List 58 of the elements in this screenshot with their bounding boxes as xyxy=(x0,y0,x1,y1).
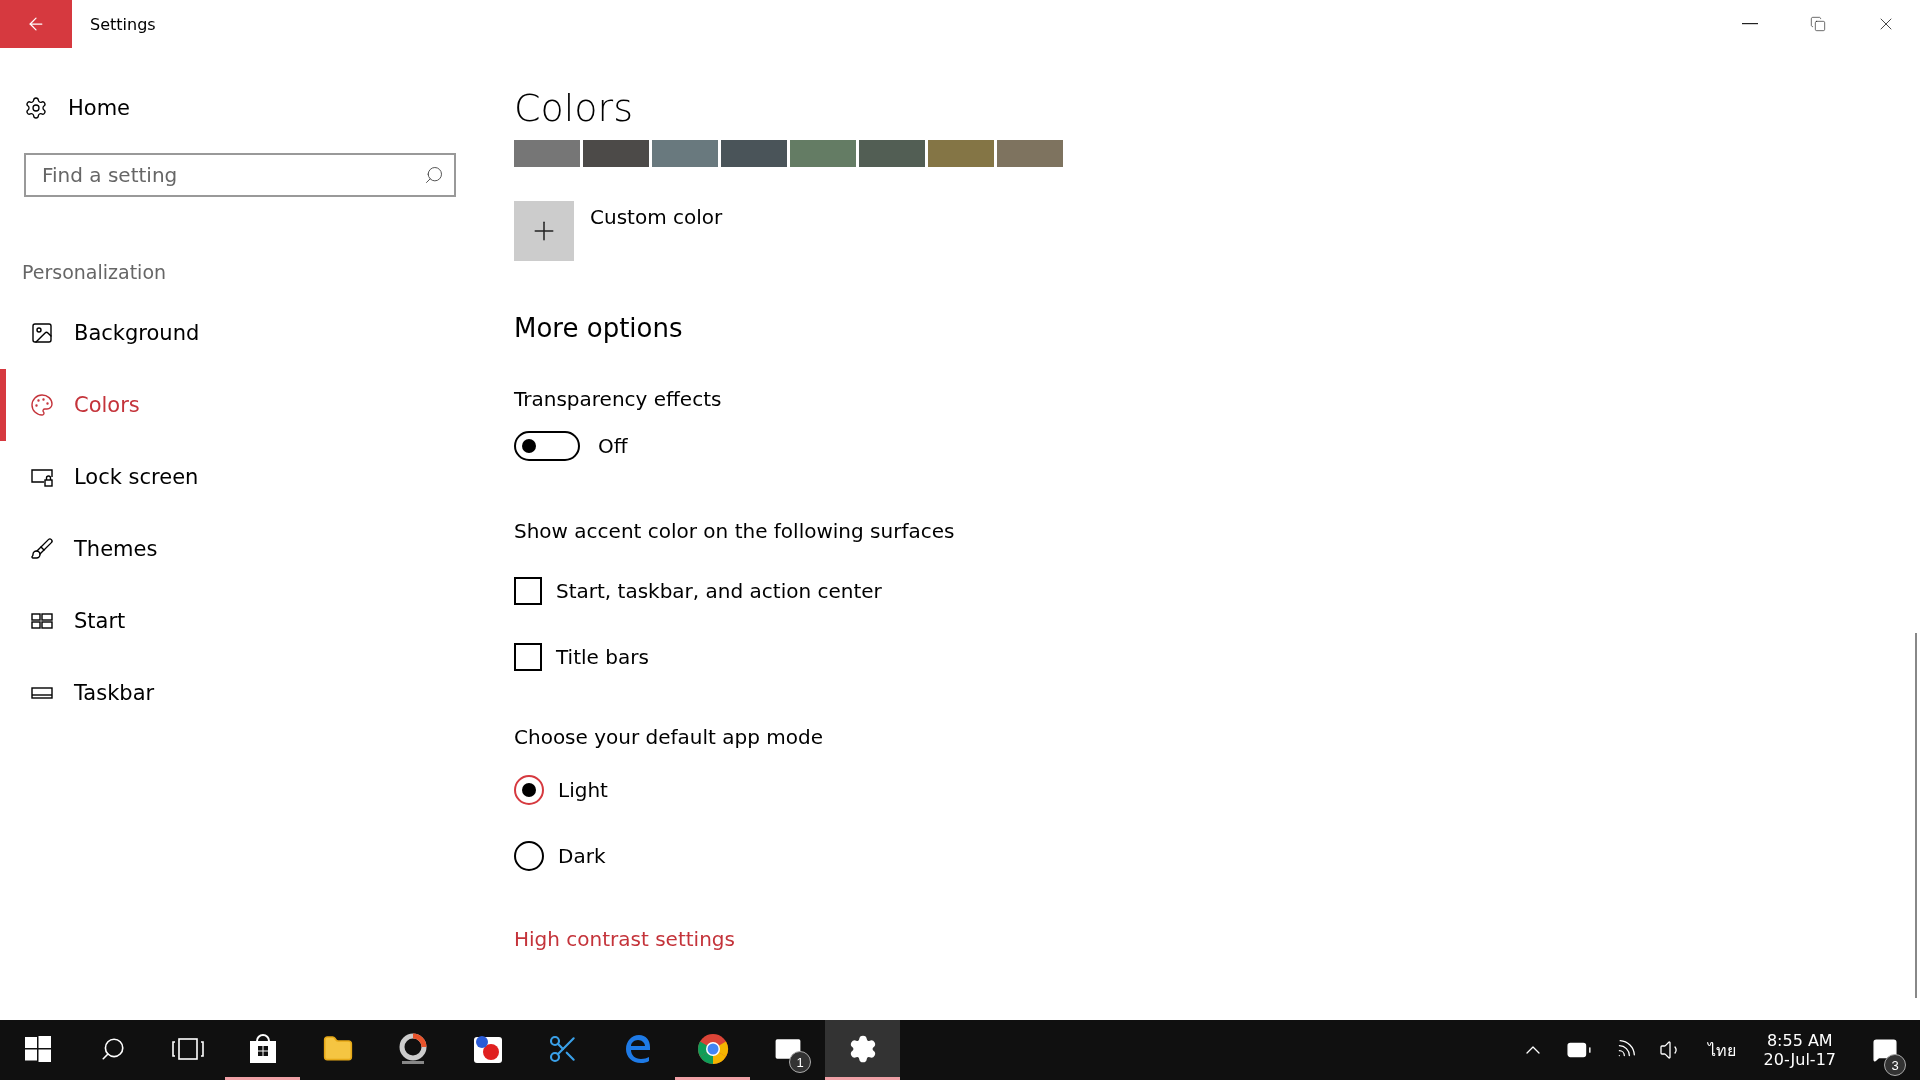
time-text: 8:55 AM xyxy=(1766,1031,1833,1050)
radio-label: Light xyxy=(558,778,608,802)
count-badge: 3 xyxy=(1884,1054,1906,1076)
date-text: 20-Jul-17 xyxy=(1763,1050,1836,1069)
color-swatch[interactable] xyxy=(514,140,580,167)
custom-color-button[interactable] xyxy=(514,201,574,261)
search-icon xyxy=(424,165,444,185)
nav-item[interactable]: Background xyxy=(0,297,470,369)
color-swatch[interactable] xyxy=(583,140,649,167)
task-view-icon xyxy=(171,1036,204,1061)
color-swatch[interactable] xyxy=(997,140,1063,167)
checkbox[interactable] xyxy=(514,577,542,605)
minimize-icon xyxy=(1742,23,1758,25)
color-swatch[interactable] xyxy=(859,140,925,167)
setting-label: Transparency effects xyxy=(514,387,722,411)
checkbox[interactable] xyxy=(514,643,542,671)
nav-item[interactable]: Colors xyxy=(0,369,470,441)
home-nav-item[interactable]: Home xyxy=(0,88,470,128)
picture-icon xyxy=(30,321,54,345)
taskbar-app-button[interactable] xyxy=(825,1020,900,1080)
page-title: Colors xyxy=(514,86,633,130)
taskbar-app-button[interactable]: 1 xyxy=(750,1020,825,1080)
restore-icon xyxy=(1810,16,1826,32)
brush-icon xyxy=(30,537,54,561)
radio-button[interactable] xyxy=(514,775,544,805)
checkbox-label: Title bars xyxy=(556,645,649,669)
toggle-state: Off xyxy=(598,434,628,458)
color-swatch[interactable] xyxy=(721,140,787,167)
count-badge: 1 xyxy=(789,1051,811,1073)
color-swatch[interactable] xyxy=(790,140,856,167)
radio-button[interactable] xyxy=(514,841,544,871)
setting-label: Choose your default app mode xyxy=(514,725,823,749)
round-logo-icon xyxy=(696,1032,729,1065)
section-heading: More options xyxy=(514,313,683,343)
nav-item[interactable]: Taskbar xyxy=(0,657,470,729)
nav-item[interactable]: Start xyxy=(0,585,470,657)
action-center-button[interactable]: 3 xyxy=(1850,1020,1920,1080)
palette-icon xyxy=(30,393,54,417)
home-label: Home xyxy=(68,96,130,120)
color-swatch[interactable] xyxy=(652,140,718,167)
windows-logo-icon xyxy=(24,1035,51,1062)
nav-item[interactable]: Lock screen xyxy=(0,441,470,513)
setting-label: Show accent color on the following surfaces xyxy=(514,519,955,543)
window-title: Settings xyxy=(90,14,157,34)
color-swatch[interactable] xyxy=(928,140,994,167)
message-icon xyxy=(1872,1037,1898,1063)
shopping-bag-icon xyxy=(247,1032,278,1065)
language-button[interactable]: ไทย xyxy=(1693,1020,1750,1080)
clock[interactable]: 8:55 AM 20-Jul-17 xyxy=(1749,1020,1850,1080)
toggle-switch[interactable] xyxy=(514,431,580,461)
custom-color-label: Custom color xyxy=(590,205,723,231)
checkbox-label: Start, taskbar, and action center xyxy=(556,579,882,603)
scrollbar-thumb[interactable] xyxy=(1915,633,1917,998)
nav-item[interactable]: Themes xyxy=(0,513,470,585)
search-field[interactable]: Find a setting xyxy=(24,153,456,197)
radio-label: Dark xyxy=(558,844,606,868)
high-contrast-link[interactable]: High contrast settings xyxy=(514,927,735,951)
section-heading: Personalization xyxy=(22,261,168,283)
